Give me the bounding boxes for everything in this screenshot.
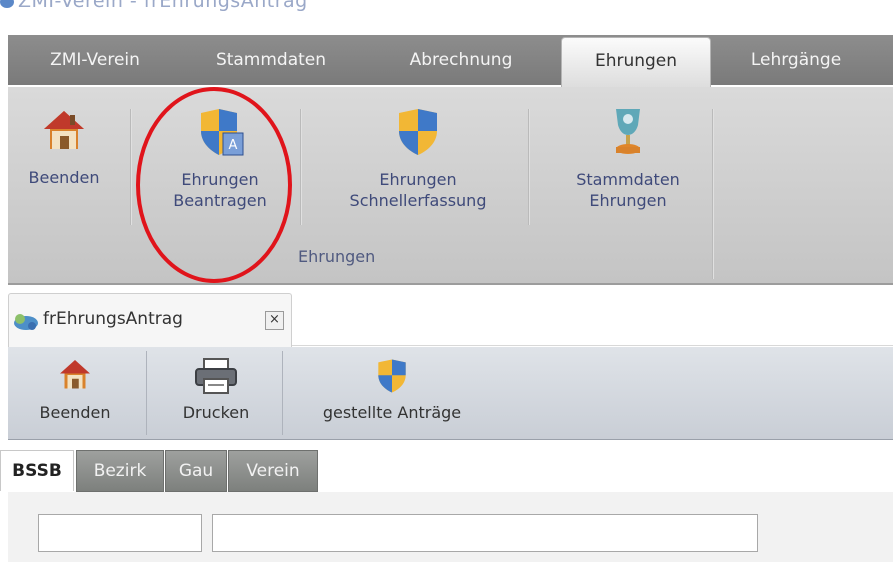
ribbon-separator (712, 109, 714, 279)
document-tab-label: frEhrungsAntrag (43, 309, 183, 329)
ehrungen-beantragen-label-1: Ehrungen (181, 170, 259, 189)
trophy-icon (616, 109, 640, 154)
ribbon-separator (300, 109, 302, 225)
ribbon-group-label: Ehrungen (298, 247, 376, 266)
shield-icon (378, 359, 406, 393)
document-tab[interactable]: frEhrungsAntrag × (8, 293, 292, 347)
gestellte-antraege-button[interactable]: gestellte Anträge (294, 357, 490, 422)
ribbon-separator (130, 109, 132, 225)
tab-verein[interactable]: Verein (228, 450, 318, 492)
close-icon[interactable]: × (265, 311, 284, 330)
stammdaten-ehrungen-label-1: Stammdaten (576, 170, 680, 189)
beenden-button[interactable]: Beenden (8, 103, 120, 223)
stammdaten-ehrungen-label-2: Ehrungen (589, 191, 667, 210)
gestellte-antraege-label: gestellte Anträge (322, 403, 462, 422)
form-icon (14, 314, 38, 330)
ribbon-tab-stammdaten[interactable]: Stammdaten (194, 35, 348, 85)
stammdaten-ehrungen-button[interactable]: Stammdaten Ehrungen (538, 103, 718, 243)
inner-tab-bar: BSSB Bezirk Gau Verein (0, 442, 893, 492)
ribbon-tab-abrechnung[interactable]: Abrechnung (384, 35, 538, 85)
house-icon (60, 360, 90, 389)
ehrungen-beantragen-label-2: Beantragen (173, 191, 267, 210)
toolbar-beenden-button[interactable]: Beenden (20, 357, 130, 422)
name-field[interactable] (212, 514, 758, 552)
app-icon (0, 0, 14, 8)
ehrungen-schnellerfassung-label-2: Schnellerfassung (349, 191, 487, 210)
beenden-label: Beenden (28, 168, 100, 187)
toolbar-separator (282, 351, 283, 435)
toolbar-separator (146, 351, 147, 435)
ehrungen-beantragen-button[interactable]: A Ehrungen Beantragen (145, 103, 295, 243)
ehrungen-schnellerfassung-button[interactable]: Ehrungen Schnellerfassung (318, 103, 518, 243)
drucken-button[interactable]: Drucken (154, 357, 278, 422)
ribbon-tab-bar: ZMI-Verein Stammdaten Abrechnung Ehrunge… (8, 35, 893, 89)
code-field[interactable] (38, 514, 202, 552)
drucken-label: Drucken (182, 403, 250, 422)
tab-bssb[interactable]: BSSB (0, 450, 74, 491)
window-title: ZMI-Verein - frEhrungsAntrag (18, 0, 308, 12)
shield-icon (399, 109, 437, 155)
svg-text:A: A (229, 138, 238, 153)
ribbon-tab-ehrungen[interactable]: Ehrungen (561, 37, 711, 89)
form-area (8, 492, 893, 562)
toolbar-beenden-label: Beenden (39, 403, 111, 422)
ehrungen-schnellerfassung-label-1: Ehrungen (379, 170, 457, 189)
ribbon-tab-lehrgaenge[interactable]: Lehrgänge (726, 35, 866, 85)
window-title-bar: ZMI-Verein - frEhrungsAntrag (0, 0, 893, 34)
printer-icon (195, 358, 237, 394)
tab-gau[interactable]: Gau (165, 450, 227, 492)
ribbon-panel: Beenden A Ehrungen Beantragen Ehrungen S… (8, 87, 893, 285)
document-tab-strip: frEhrungsAntrag × (8, 285, 893, 347)
ribbon-separator (528, 109, 530, 225)
tab-bezirk[interactable]: Bezirk (76, 450, 164, 492)
ribbon-tab-zmi-verein[interactable]: ZMI-Verein (22, 35, 168, 85)
house-icon (44, 111, 84, 149)
shield-document-icon: A (201, 109, 244, 156)
form-toolbar: Beenden Drucken gestellte Anträge (8, 347, 893, 440)
